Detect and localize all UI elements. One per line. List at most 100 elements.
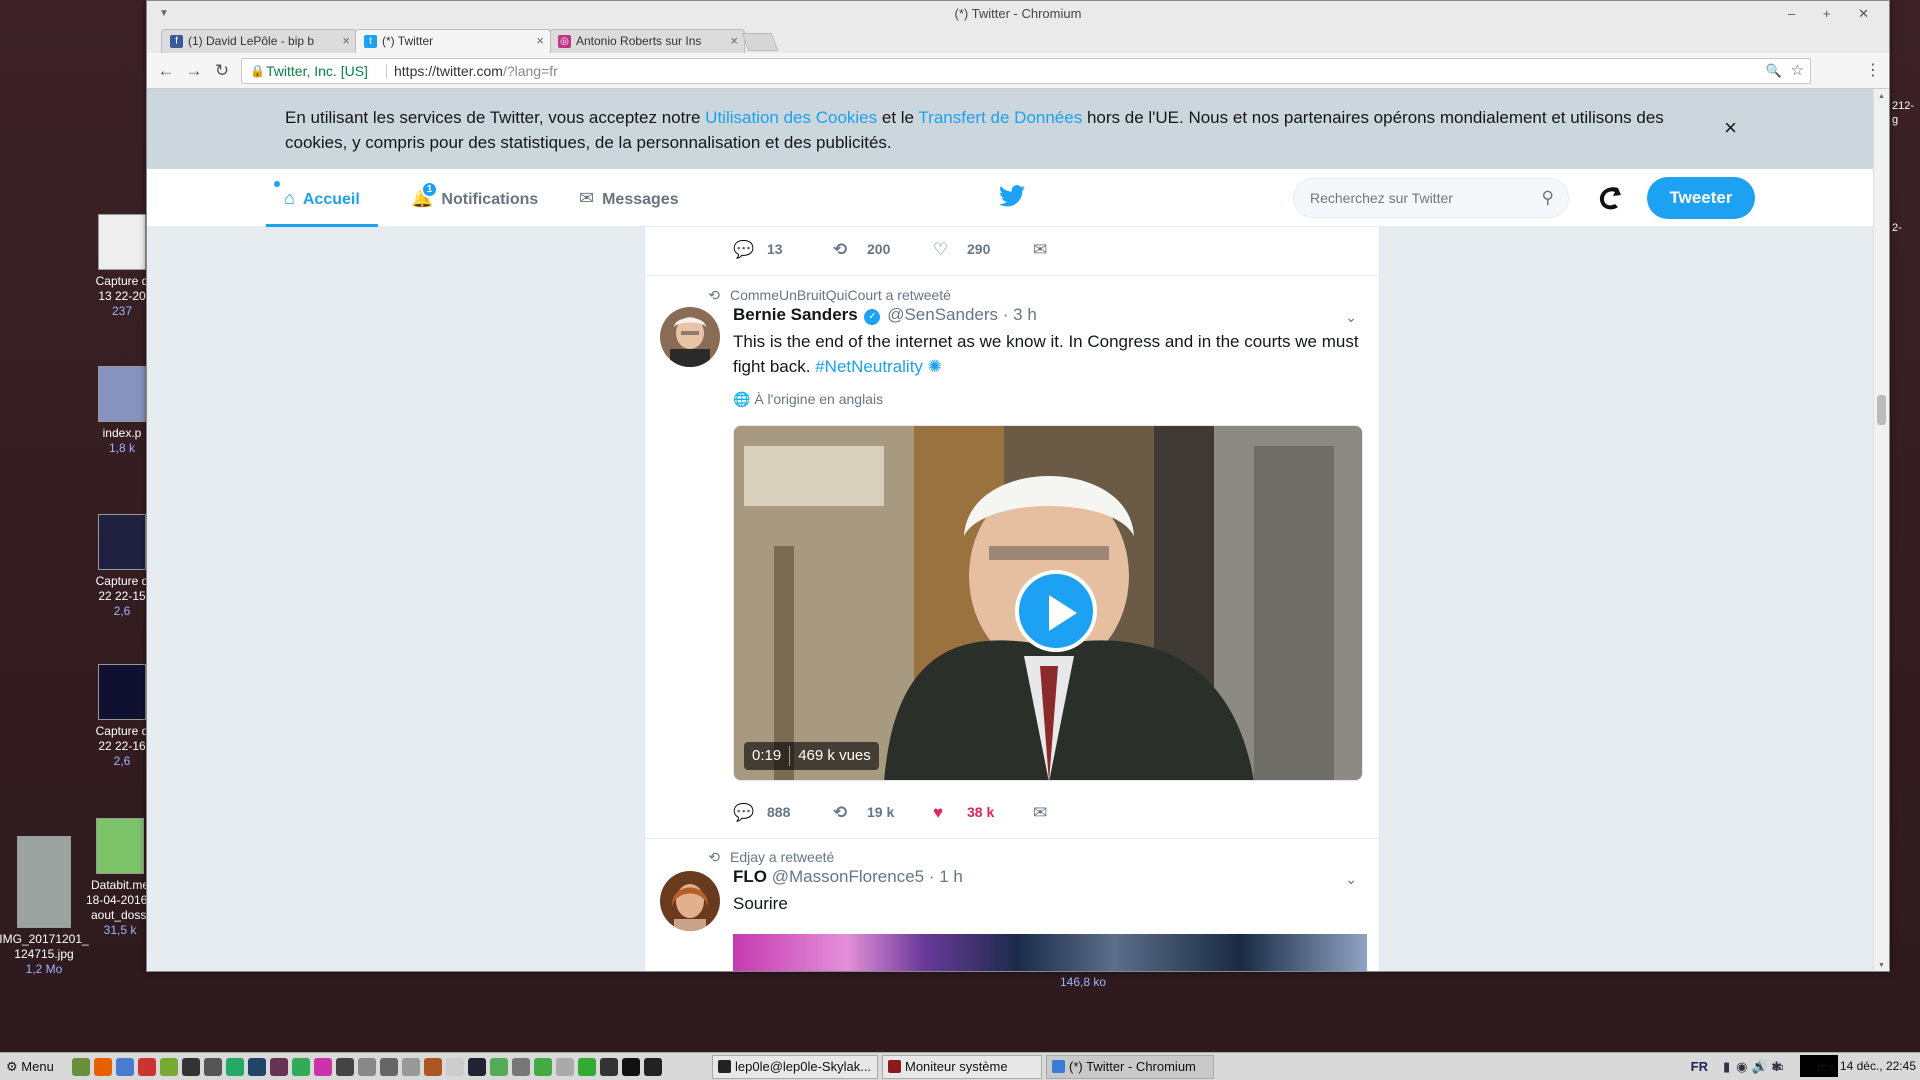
app-icon[interactable] xyxy=(380,1058,398,1076)
app-icon[interactable] xyxy=(182,1058,200,1076)
address-bar[interactable]: 🔒 Twitter, Inc. [US] https://twitter.com… xyxy=(241,58,1811,84)
window-menu-icon[interactable]: ▼ xyxy=(159,1,169,27)
app-icon[interactable] xyxy=(446,1058,464,1076)
scroll-up-arrow-icon[interactable]: ▲ xyxy=(1878,93,1885,100)
tab-facebook[interactable]: f (1) David LePôle - bip b × xyxy=(161,29,357,53)
cookie-policy-link[interactable]: Utilisation des Cookies xyxy=(705,108,877,127)
tweet-author-handle[interactable]: @MassonFlorence5 xyxy=(772,867,924,886)
task-terminal[interactable]: lep0le@lep0le-Skylak... xyxy=(712,1055,878,1079)
tweet-author-avatar[interactable] xyxy=(660,871,720,931)
clock[interactable]: jeu. 14 déc., 22:45 xyxy=(1817,1053,1916,1080)
new-tab-button[interactable] xyxy=(741,33,779,51)
volume-battery-icons[interactable]: 🔊▭ xyxy=(1752,1053,1788,1080)
nav-notifications[interactable]: 1 🔔 Notifications xyxy=(411,169,538,227)
app-icon[interactable] xyxy=(138,1058,156,1076)
start-menu-label: Menu xyxy=(21,1059,54,1074)
forward-button[interactable]: → xyxy=(183,60,205,82)
retweet-button[interactable]: ⟲ 19 k xyxy=(833,800,894,825)
direct-message-button[interactable]: ✉ xyxy=(1033,800,1067,825)
app-icon[interactable] xyxy=(402,1058,420,1076)
app-icon[interactable] xyxy=(314,1058,332,1076)
file-manager-icon[interactable] xyxy=(72,1058,90,1076)
retweet-button[interactable]: ⟲ 200 xyxy=(833,237,890,262)
browser-menu-icon[interactable]: ⋮ xyxy=(1865,60,1881,80)
tweet-image[interactable] xyxy=(733,934,1367,971)
like-button[interactable]: ♥ 38 k xyxy=(933,800,994,825)
search-box[interactable]: ⚲ xyxy=(1293,178,1569,218)
tab-close-icon[interactable]: × xyxy=(342,30,350,52)
app-icon[interactable] xyxy=(600,1058,618,1076)
translation-note[interactable]: 🌐 À l'origine en anglais xyxy=(733,391,883,408)
reply-button[interactable]: 💬 888 xyxy=(733,800,790,825)
app-icon[interactable] xyxy=(644,1058,662,1076)
app-icon[interactable] xyxy=(358,1058,376,1076)
tweet-body: Sourire xyxy=(733,894,788,913)
search-input[interactable] xyxy=(1310,179,1520,217)
firefox-icon[interactable] xyxy=(94,1058,112,1076)
app-icon[interactable] xyxy=(424,1058,442,1076)
app-icon[interactable] xyxy=(468,1058,486,1076)
app-icon[interactable] xyxy=(578,1058,596,1076)
browser-toolbar: ← → ↻ 🔒 Twitter, Inc. [US] https://twitt… xyxy=(147,53,1889,89)
twitter-bird-icon[interactable] xyxy=(999,185,1025,207)
tab-twitter[interactable]: t (*) Twitter × xyxy=(355,29,551,53)
app-icon[interactable] xyxy=(490,1058,508,1076)
chromium-icon[interactable] xyxy=(116,1058,134,1076)
tweet-timestamp[interactable]: · 3 h xyxy=(1003,305,1037,324)
task-chromium[interactable]: (*) Twitter - Chromium xyxy=(1046,1055,1214,1079)
app-icon[interactable] xyxy=(160,1058,178,1076)
like-button[interactable]: ♡ 290 xyxy=(933,237,990,262)
app-icon[interactable] xyxy=(292,1058,310,1076)
retweet-context[interactable]: ⟲ Edjay a retweeté xyxy=(700,849,834,866)
tweet-author-name[interactable]: FLO xyxy=(733,867,767,886)
app-icon[interactable] xyxy=(622,1058,640,1076)
hashtag-link[interactable]: #NetNeutrality xyxy=(815,357,923,376)
tab-close-icon[interactable]: × xyxy=(730,30,738,52)
tab-instagram[interactable]: ◎ Antonio Roberts sur Ins × xyxy=(549,29,745,53)
zoom-icon[interactable]: 🔍 xyxy=(1766,59,1782,83)
back-button[interactable]: ← xyxy=(155,60,177,82)
app-icon[interactable] xyxy=(512,1058,530,1076)
tweet-author-handle[interactable]: @SenSanders xyxy=(887,305,998,324)
tweet-menu-chevron-down-icon[interactable]: ⌄ xyxy=(1345,309,1357,326)
tweet-timestamp[interactable]: · 1 h xyxy=(929,867,963,886)
start-menu-button[interactable]: ⚙ Menu xyxy=(6,1053,54,1080)
video-play-button[interactable] xyxy=(1015,570,1097,652)
page-scrollbar[interactable]: ▲ ▼ xyxy=(1873,89,1889,971)
app-icon[interactable] xyxy=(534,1058,552,1076)
app-icon[interactable] xyxy=(248,1058,266,1076)
scrollbar-thumb[interactable] xyxy=(1877,395,1886,425)
task-system-monitor[interactable]: Moniteur système xyxy=(882,1055,1042,1079)
reply-button[interactable]: 💬 13 xyxy=(733,237,783,262)
reload-button[interactable]: ↻ xyxy=(211,60,233,82)
app-icon[interactable] xyxy=(336,1058,354,1076)
keyboard-layout[interactable]: FR xyxy=(1691,1053,1708,1080)
cookie-close-icon[interactable]: × xyxy=(1724,115,1737,140)
app-icon[interactable] xyxy=(270,1058,288,1076)
url-text[interactable]: https://twitter.com/?lang=fr xyxy=(394,59,558,83)
desktop-icon-img[interactable]: IMG_20171201_ 124715.jpg 1,2 Mo xyxy=(0,836,94,977)
user-avatar[interactable] xyxy=(1591,179,1629,217)
scroll-down-arrow-icon[interactable]: ▼ xyxy=(1878,962,1885,969)
tweet-video[interactable]: 0:19 469 k vues xyxy=(733,425,1363,781)
direct-message-button[interactable]: ✉ xyxy=(1033,237,1067,262)
tweet-menu-chevron-down-icon[interactable]: ⌄ xyxy=(1345,871,1357,888)
heart-outline-icon: ♡ xyxy=(933,240,949,260)
window-titlebar[interactable]: ▼ (*) Twitter - Chromium – + ✕ xyxy=(147,1,1889,27)
app-icon[interactable] xyxy=(226,1058,244,1076)
app-icon[interactable] xyxy=(556,1058,574,1076)
tweet-author-name[interactable]: Bernie Sanders xyxy=(733,305,858,324)
tab-close-icon[interactable]: × xyxy=(536,30,544,52)
tweet-text: This is the end of the internet as we kn… xyxy=(733,329,1363,379)
data-transfer-link[interactable]: Transfert de Données xyxy=(918,108,1082,127)
nav-home[interactable]: ⌂ Accueil xyxy=(266,169,378,227)
nav-messages[interactable]: ✉ Messages xyxy=(579,169,679,227)
tweet-author-avatar[interactable] xyxy=(660,307,720,367)
app-icon[interactable] xyxy=(204,1058,222,1076)
site-identity[interactable]: Twitter, Inc. [US] xyxy=(266,59,368,83)
search-icon[interactable]: ⚲ xyxy=(1542,179,1554,217)
tweet-button[interactable]: Tweeter xyxy=(1647,177,1755,219)
window-controls[interactable]: – + ✕ xyxy=(1788,1,1881,27)
retweet-context[interactable]: ⟲ CommeUnBruitQuiCourt a retweeté xyxy=(700,287,951,304)
bookmark-star-icon[interactable]: ☆ xyxy=(1791,59,1804,83)
